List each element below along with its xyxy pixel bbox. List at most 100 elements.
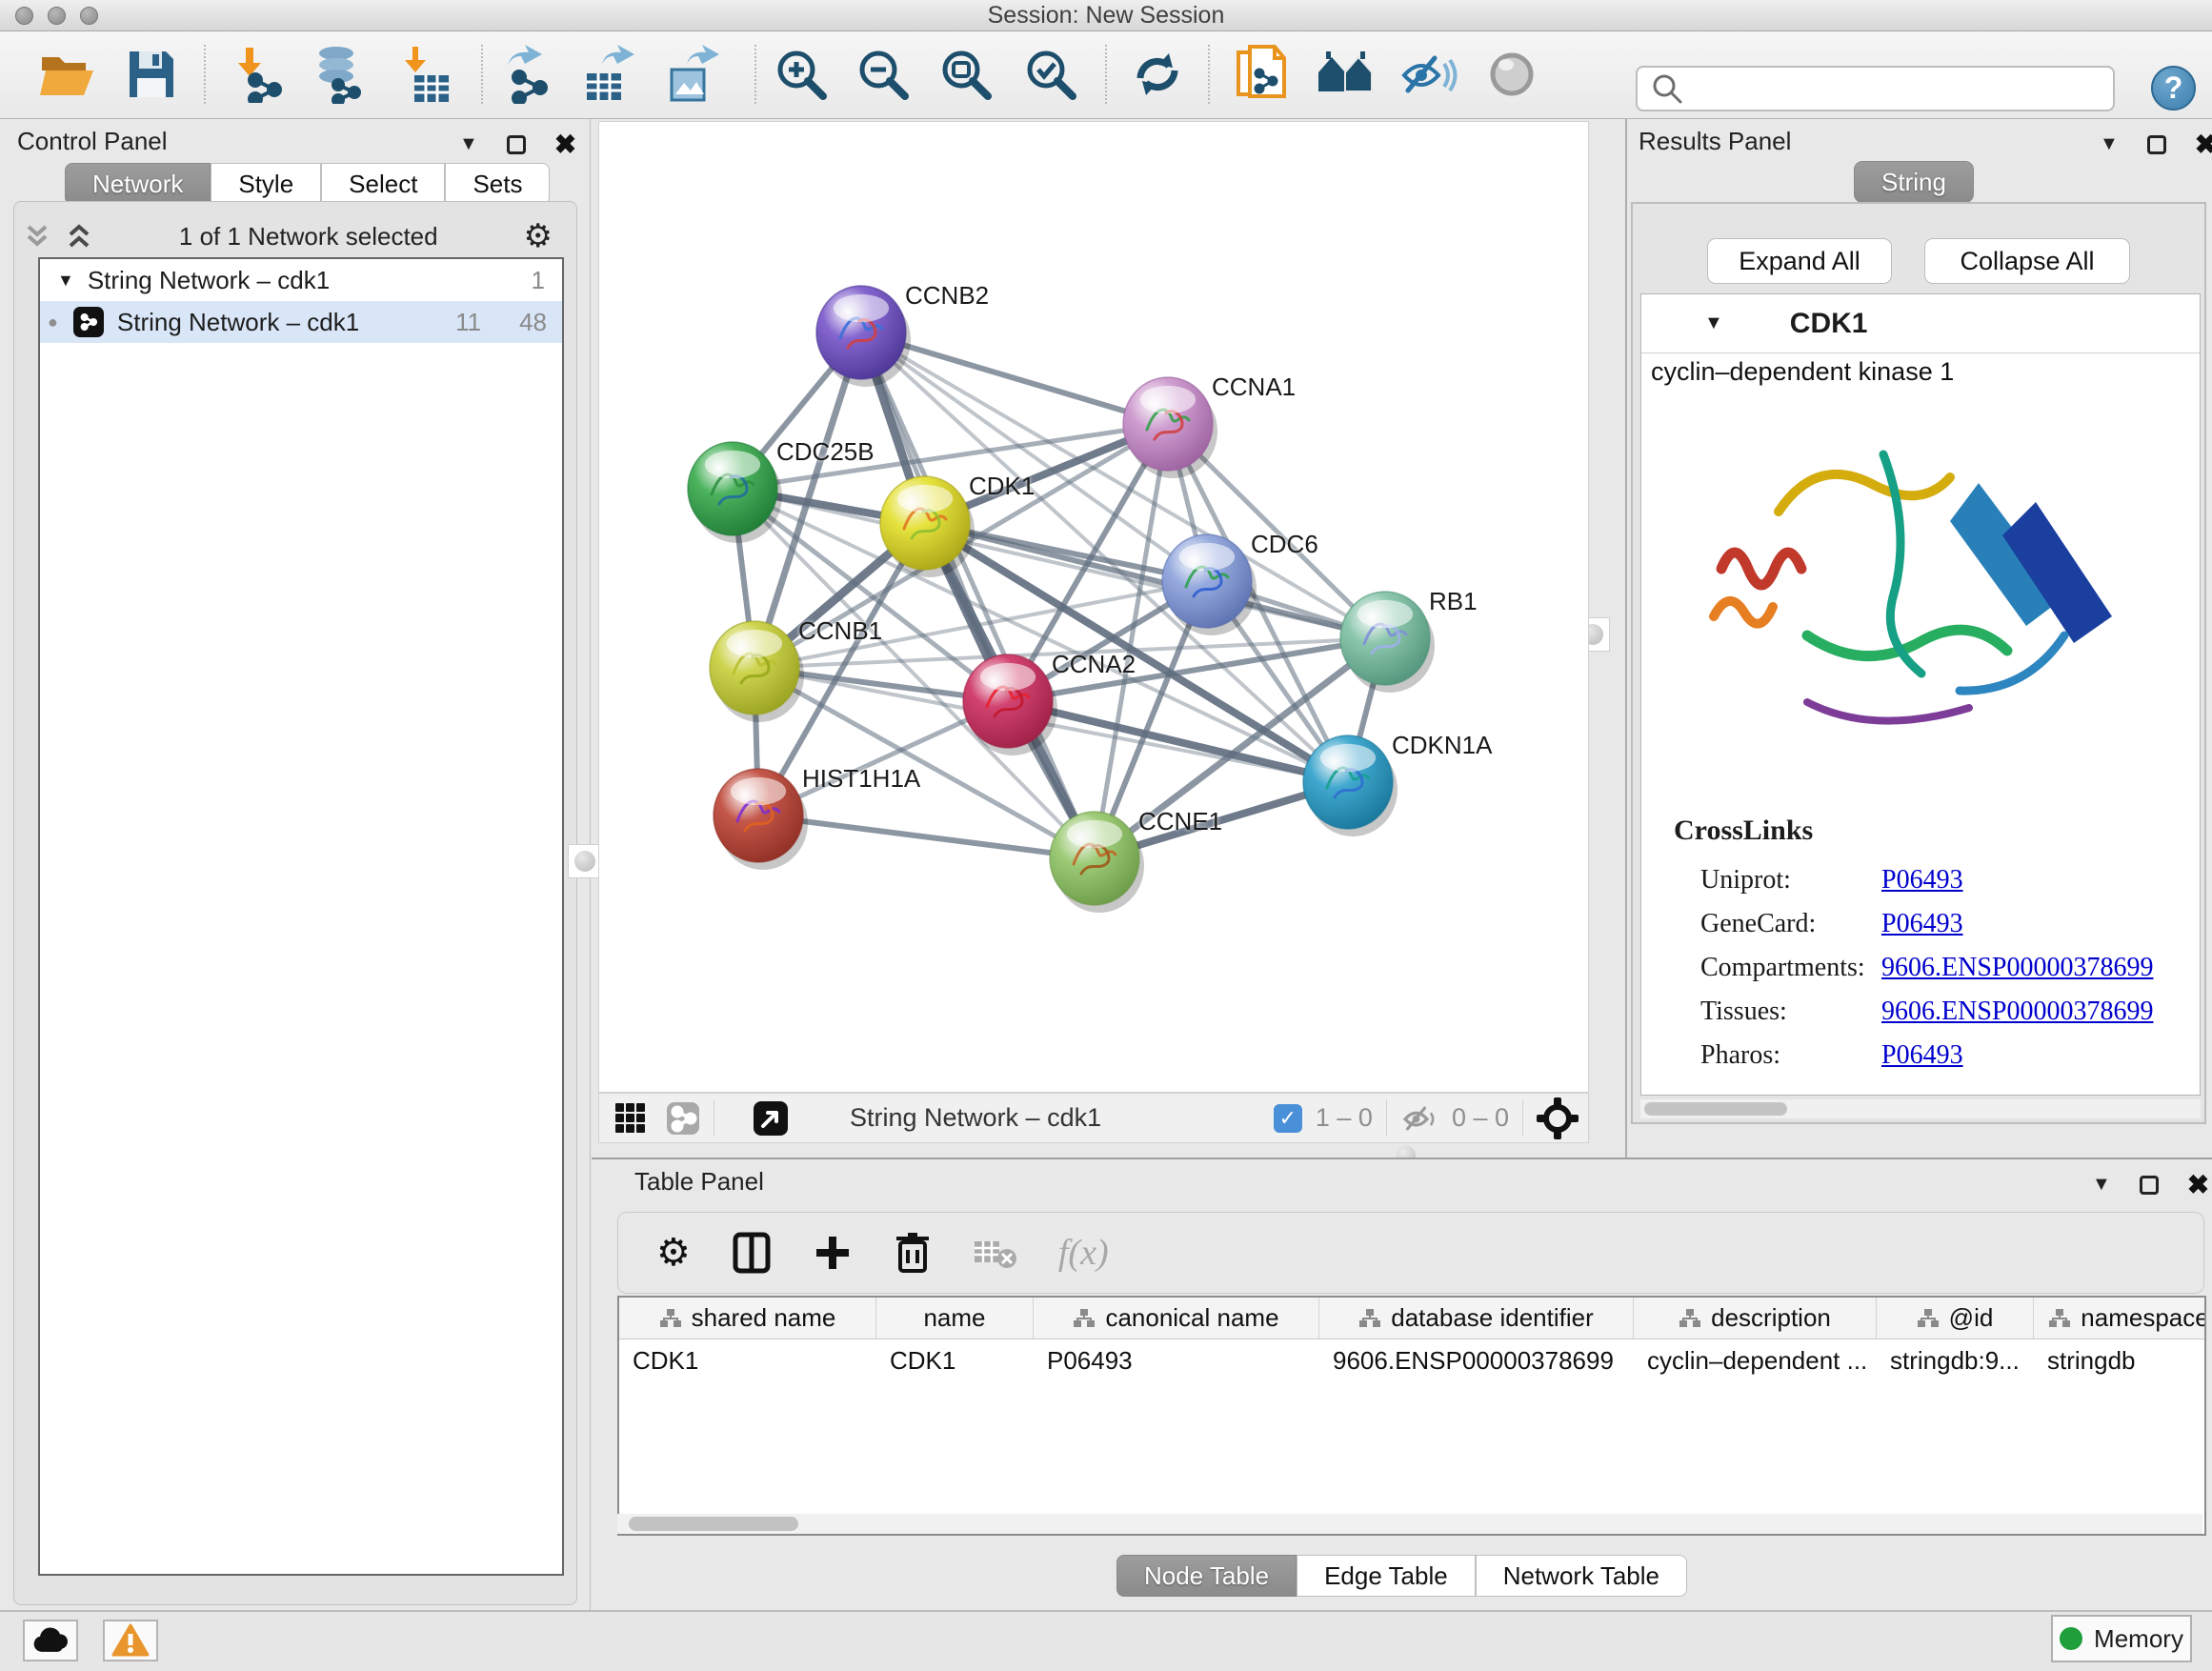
gene-collapse-icon[interactable]: ▼ (1704, 312, 1723, 334)
network-row-label: String Network – cdk1 (117, 308, 455, 337)
node-table[interactable]: shared namename canonical name database … (617, 1296, 2206, 1536)
open-session-button[interactable] (32, 39, 103, 110)
expand-all-chevron-icon[interactable] (65, 223, 93, 250)
column-header-database-identifier[interactable]: database identifier (1319, 1298, 1634, 1339)
show-columns-icon[interactable] (733, 1232, 771, 1274)
share-view-icon[interactable] (666, 1101, 700, 1136)
gear-icon[interactable]: ⚙ (524, 217, 553, 255)
crosslink-link[interactable]: P06493 (1881, 1040, 1963, 1071)
table-cell[interactable]: stringdb:9... (1877, 1339, 2034, 1381)
network-node-CDK1[interactable]: CDK1 (880, 472, 1035, 577)
export-table-button[interactable] (573, 39, 643, 110)
column-tree-icon (659, 1307, 682, 1330)
network-node-CDC6[interactable]: CDC6 (1162, 530, 1318, 635)
node-label: RB1 (1429, 587, 1478, 615)
search-input[interactable] (1691, 70, 2113, 108)
network-collection-row[interactable]: ▼ String Network – cdk1 1 (40, 259, 562, 301)
tab-node-table[interactable]: Node Table (1116, 1555, 1297, 1597)
expand-all-button[interactable]: Expand All (1707, 238, 1892, 284)
tab-sets[interactable]: Sets (445, 163, 550, 205)
tab-network-table[interactable]: Network Table (1476, 1555, 1687, 1597)
show-glass-button[interactable] (1477, 39, 1547, 110)
table-cell[interactable]: CDK1 (619, 1339, 876, 1381)
network-graph[interactable]: CCNB2CCNA1CDC25BCDK1CDC6RB1CCNB1CCNA2CDK… (599, 122, 1588, 1092)
crosslink-link[interactable]: 9606.ENSP00000378699 (1881, 997, 2153, 1027)
memory-button[interactable]: Memory (2051, 1615, 2192, 1662)
panel-menu-icon[interactable]: ▼ (2100, 133, 2119, 155)
network-view-canvas[interactable]: CCNB2CCNA1CDC25BCDK1CDC6RB1CCNB1CCNA2CDK… (598, 121, 1589, 1093)
panel-float-icon[interactable] (2147, 135, 2166, 154)
apply-layout-button[interactable] (1122, 39, 1193, 110)
import-network-database-button[interactable] (304, 39, 374, 110)
hide-glass-button[interactable] (1393, 39, 1463, 110)
crosslink-link[interactable]: 9606.ENSP00000378699 (1881, 953, 2153, 983)
network-node-HIST1H1A[interactable]: HIST1H1A (714, 764, 921, 870)
network-node-CDKN1A[interactable]: CDKN1A (1303, 731, 1493, 836)
refresh-icon (1131, 48, 1184, 101)
crosslink-link[interactable]: P06493 (1881, 909, 1963, 939)
network-node-RB1[interactable]: RB1 (1340, 587, 1478, 693)
tab-edge-table[interactable]: Edge Table (1297, 1555, 1476, 1597)
export-network-button[interactable] (492, 39, 562, 110)
collapse-all-chevron-icon[interactable] (23, 223, 51, 250)
panel-close-icon[interactable]: ✖ (554, 129, 576, 160)
import-network-file-button[interactable] (224, 39, 294, 110)
table-cell[interactable]: 9606.ENSP00000378699 (1319, 1339, 1634, 1381)
panel-close-icon[interactable]: ✖ (2195, 129, 2212, 160)
column-header-description[interactable]: description (1634, 1298, 1877, 1339)
cloud-status-button[interactable] (23, 1620, 78, 1661)
panel-float-icon[interactable] (507, 135, 526, 154)
column-header-@id[interactable]: @id (1877, 1298, 2034, 1339)
network-current-dot-icon: ● (48, 312, 58, 332)
import-table-file-button[interactable] (392, 39, 462, 110)
network-node-CCNA2[interactable]: CCNA2 (963, 650, 1136, 755)
tab-network[interactable]: Network (65, 163, 211, 205)
column-header-namespace[interactable]: namespace (2034, 1298, 2206, 1339)
table-row[interactable]: CDK1CDK1P064939606.ENSP00000378699cyclin… (619, 1339, 2204, 1381)
panel-menu-icon[interactable]: ▼ (459, 133, 478, 155)
export-image-button[interactable] (655, 39, 726, 110)
birdseye-toggle-icon[interactable] (753, 1100, 789, 1137)
network-row[interactable]: ● String Network – cdk1 11 48 (40, 301, 562, 343)
table-panel-header-buttons: ▼ ✖ (2092, 1169, 2209, 1200)
string-home-button[interactable] (1311, 39, 1381, 110)
save-session-button[interactable] (116, 39, 187, 110)
zoom-in-button[interactable] (766, 39, 836, 110)
table-cell[interactable]: cyclin–dependent ... (1634, 1339, 1877, 1381)
table-settings-gear-icon[interactable]: ⚙ (656, 1231, 691, 1275)
column-header-canonical-name[interactable]: canonical name (1034, 1298, 1319, 1339)
add-column-icon[interactable] (813, 1233, 853, 1273)
string-import-button[interactable] (1225, 39, 1296, 110)
table-cell[interactable]: stringdb (2034, 1339, 2206, 1381)
tab-string[interactable]: String (1854, 161, 1974, 203)
zoom-selected-button[interactable] (1016, 39, 1086, 110)
zoom-out-button[interactable] (848, 39, 918, 110)
help-button[interactable]: ? (2151, 66, 2196, 111)
panel-menu-icon[interactable]: ▼ (2092, 1174, 2111, 1196)
zoom-out-icon (855, 47, 911, 102)
table-cell[interactable]: P06493 (1034, 1339, 1319, 1381)
crosslink-row: GeneCard:P06493 (1700, 902, 2177, 946)
network-edge[interactable] (758, 815, 1095, 858)
table-cell[interactable]: CDK1 (876, 1339, 1034, 1381)
zoom-fit-button[interactable] (931, 39, 1001, 110)
warning-status-button[interactable] (103, 1620, 158, 1661)
column-header-name[interactable]: name (876, 1298, 1034, 1339)
collection-expand-icon[interactable]: ▼ (57, 271, 74, 291)
crosshair-icon[interactable] (1537, 1097, 1579, 1139)
crosslink-link[interactable]: P06493 (1881, 865, 1963, 896)
collapse-all-button[interactable]: Collapse All (1924, 238, 2130, 284)
left-splitter-handle[interactable] (568, 844, 602, 878)
selected-checkbox-icon[interactable]: ✓ (1274, 1104, 1302, 1133)
string-documents-icon (1233, 45, 1288, 104)
gene-header-row[interactable]: ▼ CDK1 (1641, 294, 2200, 353)
tab-style[interactable]: Style (211, 163, 321, 205)
panel-float-icon[interactable] (2140, 1176, 2159, 1195)
panel-close-icon[interactable]: ✖ (2187, 1169, 2209, 1200)
results-scrollbar[interactable] (1640, 1099, 2201, 1118)
table-horizontal-scrollbar[interactable] (617, 1514, 2202, 1534)
column-header-shared-name[interactable]: shared name (619, 1298, 876, 1339)
grid-view-icon[interactable] (614, 1102, 647, 1135)
delete-column-icon[interactable] (895, 1231, 931, 1275)
tab-select[interactable]: Select (321, 163, 445, 205)
